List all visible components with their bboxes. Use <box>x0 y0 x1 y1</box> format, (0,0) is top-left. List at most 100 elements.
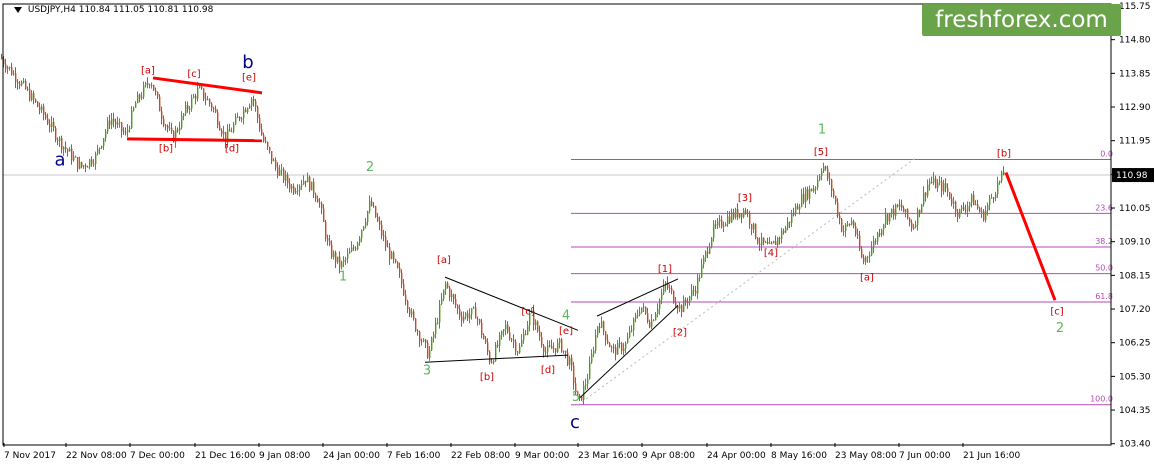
forecast-line <box>1004 172 1057 301</box>
price-axis: 115.75114.80113.85112.90111.95111.00110.… <box>1111 2 1151 450</box>
candle-body <box>955 201 957 212</box>
candle-body <box>323 208 325 222</box>
candle-body <box>647 313 649 322</box>
dropdown-icon[interactable] <box>14 6 22 13</box>
candle-body <box>585 384 587 386</box>
fibonacci-retracement: 0.023.638.250.061.8100.0 <box>571 149 1113 406</box>
candle-body <box>875 240 877 242</box>
candle-body <box>617 343 619 355</box>
candle-body <box>479 319 481 323</box>
candle-body <box>543 345 545 353</box>
high-value: 111.05 <box>113 5 145 15</box>
candle-body <box>759 243 761 245</box>
candle-body <box>685 299 687 303</box>
wave-label-red: [c] <box>187 69 200 80</box>
candle-body <box>443 289 445 299</box>
candle-body <box>811 188 813 192</box>
candle-body <box>183 113 185 116</box>
candle-body <box>339 256 341 268</box>
candle-body <box>459 308 461 317</box>
candle-body <box>235 117 237 125</box>
candle-body <box>409 309 411 315</box>
candle-body <box>907 209 909 219</box>
candle-body <box>315 194 317 199</box>
candle-body <box>305 180 307 183</box>
candle-body <box>153 84 155 91</box>
y-tick-label: 103.40 <box>1119 440 1151 450</box>
candle-body <box>911 222 913 229</box>
candle-body <box>343 259 345 262</box>
candle-body <box>609 343 611 348</box>
candle-body <box>471 308 473 315</box>
candle-body <box>777 237 779 246</box>
x-tick-label: 9 Jan 08:00 <box>259 451 311 461</box>
candle-body <box>341 261 343 268</box>
x-tick-label: 24 Jan 00:00 <box>323 451 380 461</box>
candle-body <box>397 261 399 268</box>
candle-body <box>463 316 465 321</box>
candle-body <box>691 290 693 297</box>
candle-body <box>453 294 455 299</box>
candle-body <box>545 351 547 353</box>
candle-body <box>653 320 655 322</box>
candle-body <box>993 197 995 199</box>
candle-body <box>7 67 9 69</box>
candle-body <box>403 283 405 295</box>
candle-body <box>835 196 837 203</box>
candle-body <box>611 347 613 349</box>
candle-body <box>593 350 595 354</box>
candle-body <box>809 188 811 199</box>
candle-body <box>901 204 903 209</box>
candle-body <box>89 159 91 167</box>
candle-body <box>327 238 329 241</box>
candle-body <box>87 166 89 168</box>
candle-body <box>57 139 59 141</box>
x-tick-label: 22 Feb 08:00 <box>451 451 510 461</box>
candle-body <box>975 204 977 206</box>
wave-label-red: [d] <box>225 143 239 154</box>
candle-body <box>295 191 297 193</box>
candle-body <box>309 176 311 191</box>
x-tick-label: 23 May 08:00 <box>835 451 897 461</box>
candle-body <box>83 165 85 167</box>
candle-body <box>421 341 423 343</box>
plot-frame <box>2 3 1112 446</box>
candle-body <box>591 353 593 363</box>
candle-body <box>359 237 361 243</box>
candle-body <box>285 174 287 181</box>
candle-body <box>493 360 495 363</box>
candle-body <box>707 251 709 254</box>
candle-body <box>517 351 519 353</box>
candle-body <box>61 137 63 150</box>
candle-body <box>701 264 703 278</box>
candle-body <box>827 168 829 179</box>
candle-body <box>507 324 509 333</box>
candle-body <box>425 339 427 343</box>
candle-body <box>329 240 331 245</box>
current-price-tag: 110.98 <box>1112 168 1154 183</box>
candle-body <box>831 179 833 191</box>
price-chart[interactable]: 0.023.638.250.061.8100.0 abc[a] [c] [e][b]… <box>0 0 1155 469</box>
y-tick-label: 111.95 <box>1119 137 1151 147</box>
candle-body <box>271 151 273 162</box>
candle-body <box>457 305 459 309</box>
candle-body <box>143 85 145 97</box>
candle-body <box>659 299 661 309</box>
candle-body <box>91 159 93 165</box>
candle-body <box>401 272 403 284</box>
candle-body <box>311 181 313 191</box>
candle-body <box>999 180 1001 183</box>
candle-body <box>623 348 625 351</box>
candle-body <box>483 334 485 340</box>
candle-body <box>213 108 215 110</box>
candle-body <box>695 290 697 294</box>
candle-body <box>181 115 183 128</box>
candle-body <box>897 204 899 207</box>
candle-body <box>185 104 187 114</box>
candle-body <box>851 221 853 225</box>
candle-body <box>843 230 845 232</box>
wave-label-red: [5] <box>814 147 828 158</box>
candle-body <box>445 283 447 290</box>
x-tick-label: 7 Feb 16:00 <box>387 451 441 461</box>
wave-label-red: [1] <box>658 264 672 275</box>
